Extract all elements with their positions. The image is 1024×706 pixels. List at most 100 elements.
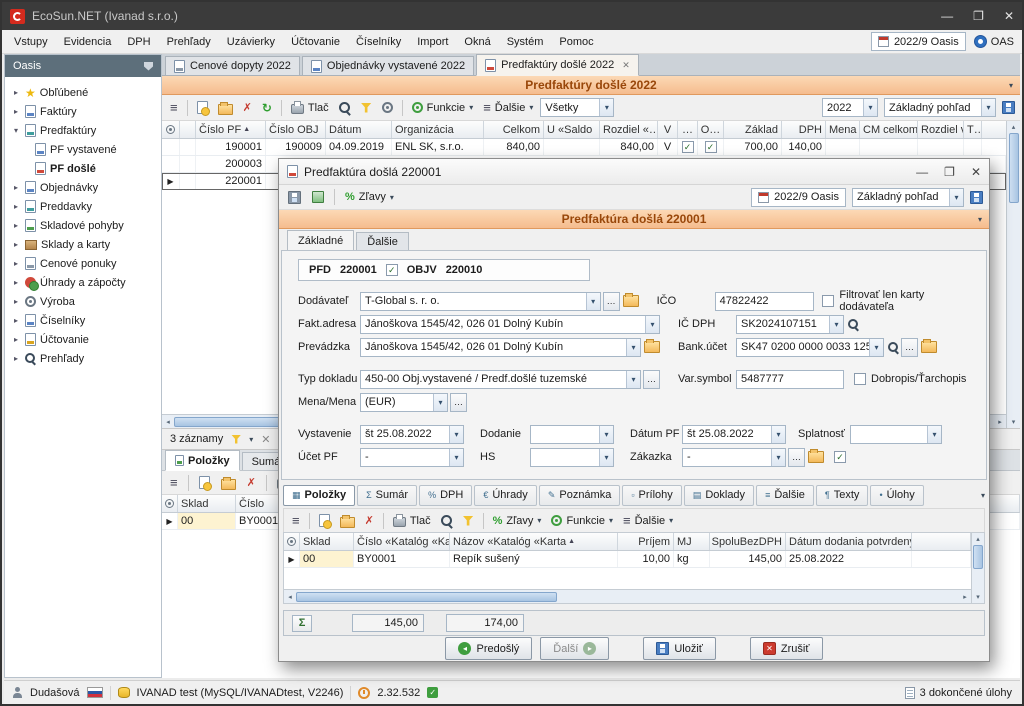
expander-icon[interactable]: ▸ — [11, 183, 21, 192]
layout-menu-button[interactable]: ≡ — [167, 473, 181, 493]
new-item-button[interactable] — [196, 473, 213, 493]
scrollbar-thumb[interactable] — [296, 592, 557, 602]
expander-icon[interactable]: ▸ — [11, 259, 21, 268]
scroll-right-icon[interactable]: ▸ — [994, 418, 1006, 426]
view-combo[interactable]: Základný pohľad▾ — [884, 98, 996, 117]
cancel-button[interactable]: ✕Zrušiť — [750, 637, 823, 660]
menu-okna[interactable]: Okná — [456, 32, 498, 52]
save-button[interactable]: Uložiť — [643, 637, 716, 660]
vertical-scrollbar[interactable]: ▴ ▾ — [1006, 121, 1020, 428]
bank-browse-button[interactable]: … — [901, 338, 918, 357]
items-tab-prilohy[interactable]: ▫Prílohy — [622, 485, 681, 506]
expander-icon[interactable]: ▸ — [11, 278, 21, 287]
grid-header-cell[interactable] — [180, 121, 196, 138]
sidebar-item-faktury[interactable]: ▸Faktúry — [7, 102, 159, 121]
dalsie-dropdown[interactable]: ≡Ďalšie▾ — [480, 98, 536, 118]
filter-button[interactable] — [358, 98, 375, 118]
sidebar-item-prehlady[interactable]: ▸Prehľady — [7, 349, 159, 368]
scroll-left-icon[interactable]: ◂ — [162, 418, 174, 426]
items-tab-sumar[interactable]: ΣSumár — [357, 485, 417, 506]
tab-objednavky-vystavene[interactable]: Objednávky vystavené 2022 — [302, 56, 474, 75]
grid-header-cell[interactable]: Základ — [724, 121, 782, 138]
grid-header-cell[interactable]: SpoluBezDPH — [710, 533, 786, 550]
delete-item-button[interactable]: ✗ — [244, 473, 259, 493]
supplier-folder-icon[interactable] — [623, 295, 639, 307]
invoice-address-combo[interactable]: Jánoškova 1545/42, 026 01 Dolný Kubín▾ — [360, 315, 660, 334]
expander-icon[interactable]: ▸ — [11, 354, 21, 363]
grid-header-cell[interactable]: CM celkom — [860, 121, 918, 138]
bank-search-icon[interactable] — [888, 342, 899, 353]
menu-uzavierky[interactable]: Uzávierky — [219, 32, 283, 52]
expander-icon[interactable]: ▸ — [11, 88, 21, 97]
layout-menu-button[interactable]: ≡ — [289, 511, 303, 531]
sidebar-item-cenove-ponuky[interactable]: ▸Cenové ponuky — [7, 254, 159, 273]
detail-tab-polozky[interactable]: Položky — [165, 450, 240, 471]
filter-funnel-icon[interactable] — [231, 435, 241, 444]
expander-icon[interactable]: ▸ — [11, 221, 21, 230]
chevron-down-icon[interactable]: ▾ — [249, 435, 253, 444]
tab-close-icon[interactable]: ✕ — [622, 60, 630, 71]
expander-icon[interactable]: ▸ — [11, 107, 21, 116]
pf-date-combo[interactable]: št 25.08.2022▾ — [682, 425, 786, 444]
grid-header-cell[interactable]: Rozdiel «… — [600, 121, 658, 138]
scrollbar-thumb[interactable] — [1009, 133, 1019, 203]
save-view-icon[interactable] — [970, 191, 983, 204]
sidebar-item-predfaktury[interactable]: ▾Predfaktúry — [7, 121, 159, 140]
menu-evidencia[interactable]: Evidencia — [56, 32, 120, 52]
expander-icon[interactable]: ▸ — [11, 240, 21, 249]
icdph-combo[interactable]: SK2024107151▾ — [736, 315, 844, 334]
grid-header-cell[interactable]: Dátum dodania potvrdený — [786, 533, 912, 550]
sidebar-item-oblubene[interactable]: ▸★Obľúbené — [7, 83, 159, 102]
grid-header-cell[interactable]: MJ — [674, 533, 710, 550]
filter-cards-checkbox[interactable] — [822, 295, 834, 307]
previous-button[interactable]: ◂Predošlý — [445, 637, 532, 660]
grid-header-cell[interactable]: O… — [698, 121, 724, 138]
sidebar-item-ciselniky[interactable]: ▸Číselníky — [7, 311, 159, 330]
hs-combo[interactable]: ▾ — [530, 448, 614, 467]
dialog-minimize-button[interactable]: — — [916, 165, 928, 179]
scroll-up-icon[interactable]: ▴ — [1012, 121, 1016, 133]
new-record-button[interactable] — [194, 98, 211, 118]
sidebar-item-objednavky[interactable]: ▸Objednávky — [7, 178, 159, 197]
grid-header-cislo-pf[interactable]: Číslo PF▲ — [196, 121, 266, 138]
sidebar-item-vyroba[interactable]: ▸Výroba — [7, 292, 159, 311]
order-folder-icon[interactable] — [808, 451, 824, 463]
chevron-down-icon[interactable]: ▾ — [1009, 81, 1013, 90]
items-tab-uhrady[interactable]: €Úhrady — [474, 485, 536, 506]
grid-header-nazov[interactable]: Názov «Katalóg «Karta▲ — [450, 533, 618, 550]
grid-header-cell[interactable]: DPH — [782, 121, 826, 138]
supplier-browse-button[interactable]: … — [603, 292, 620, 311]
premises-combo[interactable]: Jánoškova 1545/42, 026 01 Dolný Kubín▾ — [360, 338, 641, 357]
checkbox-cell[interactable]: ✓ — [698, 139, 724, 155]
sidebar-item-pf-dosle[interactable]: PF došlé — [7, 159, 159, 178]
minimize-button[interactable]: — — [941, 9, 953, 23]
open-item-button[interactable] — [218, 473, 239, 493]
sidebar-item-uhrady[interactable]: ▸Úhrady a zápočty — [7, 273, 159, 292]
bank-folder-icon[interactable] — [921, 341, 937, 353]
funkcie-dropdown[interactable]: Funkcie▾ — [548, 511, 616, 531]
expander-icon[interactable]: ▾ — [11, 126, 21, 135]
sum-button[interactable]: Σ — [292, 615, 312, 632]
currency-combo[interactable]: (EUR)▾ — [360, 393, 448, 412]
menu-dph[interactable]: DPH — [119, 32, 158, 52]
items-tab-dph[interactable]: %DPH — [419, 485, 472, 506]
dialog-export-button[interactable] — [309, 187, 327, 207]
settings-button[interactable] — [379, 98, 396, 118]
zlavy-dropdown[interactable]: %Zľavy▾ — [342, 187, 397, 207]
grid-header-cell[interactable]: Sklad — [178, 495, 236, 512]
zlavy-dropdown[interactable]: %Zľavy▾ — [490, 511, 545, 531]
menu-prehlady[interactable]: Prehľady — [159, 32, 219, 52]
next-button[interactable]: Ďalší▸ — [540, 637, 609, 660]
tab-predfaktury-dosle[interactable]: Predfaktúry došlé 2022✕ — [476, 54, 639, 76]
menu-ciselniky[interactable]: Číselníky — [348, 32, 409, 52]
table-row[interactable]: 190001 190009 04.09.2019 ENL SK, s.r.o. … — [162, 139, 1006, 156]
items-tab-poznamka[interactable]: ✎Poznámka — [539, 485, 621, 506]
funkcie-dropdown[interactable]: Funkcie▾ — [409, 98, 477, 118]
grid-header-cell[interactable]: Číslo OBJ — [266, 121, 326, 138]
items-tab-ulohy[interactable]: •Úlohy — [870, 485, 923, 506]
chevron-down-icon[interactable]: ▾ — [981, 491, 985, 500]
status-tasks[interactable]: 3 dokončené úlohy — [920, 687, 1012, 699]
tab-dalsie[interactable]: Ďalšie — [356, 232, 409, 250]
issue-date-combo[interactable]: št 25.08.2022▾ — [360, 425, 464, 444]
objv-checkbox[interactable]: ✓ — [386, 264, 398, 276]
